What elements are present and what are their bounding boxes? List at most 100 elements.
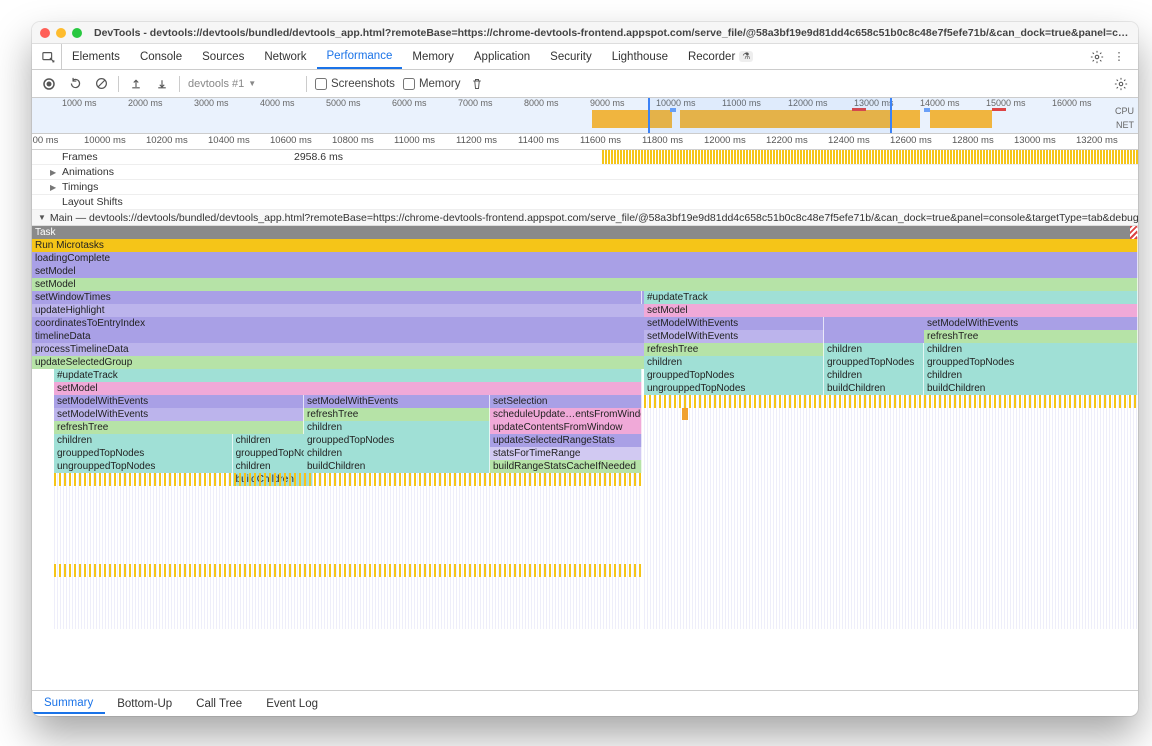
screenshots-checkbox-input[interactable] bbox=[315, 78, 327, 90]
flame-stripe-area[interactable] bbox=[54, 473, 642, 629]
flame-entry[interactable]: buildChildren bbox=[824, 382, 924, 395]
tab-console[interactable]: Console bbox=[130, 44, 192, 69]
flame-entry[interactable]: children bbox=[304, 421, 490, 434]
overview-tick: 14000 ms bbox=[920, 98, 960, 108]
reload-record-button[interactable] bbox=[66, 75, 84, 93]
flame-entry[interactable]: children bbox=[924, 343, 1138, 356]
flame-entry[interactable]: children bbox=[644, 356, 824, 369]
tab-recorder[interactable]: Recorder⚗ bbox=[678, 44, 763, 69]
inspect-element-button[interactable] bbox=[36, 44, 62, 69]
tab-lighthouse[interactable]: Lighthouse bbox=[602, 44, 678, 69]
flame-stripe-area[interactable] bbox=[644, 395, 1138, 408]
flame-entry[interactable]: grouppedTopNodes bbox=[924, 356, 1138, 369]
flame-entry[interactable]: statsForTimeRange bbox=[490, 447, 642, 460]
details-tab-event-log[interactable]: Event Log bbox=[254, 691, 330, 716]
tab-security[interactable]: Security bbox=[540, 44, 602, 69]
download-profile-button[interactable] bbox=[153, 75, 171, 93]
flame-entry[interactable]: refreshTree bbox=[54, 421, 304, 434]
memory-checkbox[interactable]: Memory bbox=[403, 78, 461, 90]
flame-entry[interactable]: setModel bbox=[54, 382, 642, 395]
flame-entry[interactable]: grouppedTopNodes bbox=[824, 356, 924, 369]
flame-entry[interactable]: setModel bbox=[32, 265, 1138, 278]
overview-cpu-label: CPU bbox=[1115, 106, 1134, 116]
flame-entry[interactable]: buildChildren bbox=[924, 382, 1138, 395]
ruler-tick: 10600 ms bbox=[270, 135, 312, 146]
screenshots-checkbox[interactable]: Screenshots bbox=[315, 78, 395, 90]
tab-network[interactable]: Network bbox=[254, 44, 316, 69]
minimize-icon[interactable] bbox=[56, 28, 66, 38]
flame-stripe-area[interactable] bbox=[54, 473, 642, 486]
track-timings[interactable]: ▶Timings bbox=[32, 180, 1138, 195]
flame-entry[interactable]: refreshTree bbox=[304, 408, 490, 421]
flame-entry[interactable]: children bbox=[233, 460, 313, 473]
context-select[interactable]: devtools #1 ▼ bbox=[188, 78, 298, 90]
flame-entry[interactable]: buildChildren bbox=[304, 460, 490, 473]
flame-task[interactable]: Task bbox=[32, 226, 1138, 239]
flame-entry[interactable]: setModel bbox=[644, 304, 1138, 317]
details-tab-bottom-up[interactable]: Bottom-Up bbox=[105, 691, 184, 716]
flame-entry[interactable]: grouppedTopNodes bbox=[304, 434, 490, 447]
flame-entry[interactable]: children bbox=[824, 343, 924, 356]
record-button[interactable] bbox=[40, 75, 58, 93]
flame-entry[interactable]: grouppedTopNodes bbox=[54, 447, 233, 460]
flame-entry[interactable]: buildRangeStatsCacheIfNeeded bbox=[490, 460, 642, 473]
flame-entry[interactable]: children bbox=[304, 447, 490, 460]
memory-checkbox-input[interactable] bbox=[403, 78, 415, 90]
ruler-tick: 10000 ms bbox=[84, 135, 126, 146]
flame-entry[interactable]: children bbox=[924, 369, 1138, 382]
flame-stripe-area[interactable] bbox=[644, 395, 1138, 629]
flame-chart[interactable]: TaskRun MicrotasksloadingCompletesetMode… bbox=[32, 226, 1138, 690]
flame-entry[interactable]: children bbox=[824, 369, 924, 382]
more-vertical-icon[interactable]: ⋮ bbox=[1112, 50, 1126, 64]
tab-elements[interactable]: Elements bbox=[62, 44, 130, 69]
flame-entry[interactable]: setModelWithEvents bbox=[644, 317, 824, 330]
flame-entry[interactable]: #updateTrack bbox=[644, 291, 1138, 304]
flame-entry[interactable]: refreshTree bbox=[644, 343, 824, 356]
flame-entry[interactable]: setWindowTimes bbox=[32, 291, 642, 304]
flame-entry[interactable]: setModelWithEvents bbox=[644, 330, 824, 343]
main-thread-header[interactable]: ▼ Main — devtools://devtools/bundled/dev… bbox=[32, 210, 1138, 226]
devtools-window: DevTools - devtools://devtools/bundled/d… bbox=[32, 22, 1138, 716]
flame-entry[interactable]: ungrouppedTopNodes bbox=[644, 382, 824, 395]
flame-entry[interactable]: ungrouppedTopNodes bbox=[54, 460, 233, 473]
flame-entry[interactable]: grouppedTopNodes bbox=[233, 447, 313, 460]
chevron-right-icon: ▶ bbox=[50, 183, 56, 192]
flame-entry[interactable]: children bbox=[54, 434, 233, 447]
details-tab-call-tree[interactable]: Call Tree bbox=[184, 691, 254, 716]
tab-sources[interactable]: Sources bbox=[192, 44, 254, 69]
close-icon[interactable] bbox=[40, 28, 50, 38]
flame-entry[interactable]: children bbox=[233, 434, 313, 447]
flame-entry[interactable]: updateContentsFromWindow bbox=[490, 421, 642, 434]
flame-entry[interactable]: grouppedTopNodes bbox=[644, 369, 824, 382]
trash-icon[interactable] bbox=[468, 75, 486, 93]
clear-button[interactable] bbox=[92, 75, 110, 93]
flame-entry[interactable]: setSelection bbox=[490, 395, 642, 408]
capture-settings-gear-icon[interactable] bbox=[1112, 75, 1130, 93]
flame-stripe-area[interactable] bbox=[54, 564, 642, 577]
tab-application[interactable]: Application bbox=[464, 44, 540, 69]
tab-memory[interactable]: Memory bbox=[402, 44, 464, 69]
track-animations[interactable]: ▶Animations bbox=[32, 165, 1138, 180]
track-label: Frames bbox=[62, 151, 98, 163]
timeline-overview[interactable]: 1000 ms2000 ms3000 ms4000 ms5000 ms6000 … bbox=[32, 98, 1138, 134]
flame-entry[interactable]: setModelWithEvents bbox=[54, 408, 304, 421]
flame-entry[interactable]: loadingComplete bbox=[32, 252, 1138, 265]
flame-entry[interactable]: refreshTree bbox=[924, 330, 1138, 343]
upload-profile-button[interactable] bbox=[127, 75, 145, 93]
flame-entry[interactable]: setModelWithEvents bbox=[54, 395, 304, 408]
flame-entry[interactable]: scheduleUpdate…entsFromWindow bbox=[490, 408, 642, 421]
flame-entry[interactable]: Run Microtasks bbox=[32, 239, 1138, 252]
flame-entry[interactable]: setModel bbox=[32, 278, 1138, 291]
track-frames[interactable]: Frames 2958.6 ms bbox=[32, 150, 1138, 165]
flame-entry[interactable]: updateSelectedRangeStats bbox=[490, 434, 642, 447]
tab-performance[interactable]: Performance bbox=[317, 44, 403, 69]
flame-entry[interactable]: setModelWithEvents bbox=[304, 395, 490, 408]
timeline-ruler[interactable]: 9800 ms10000 ms10200 ms10400 ms10600 ms1… bbox=[32, 134, 1138, 150]
track-layout-shifts[interactable]: Layout Shifts bbox=[32, 195, 1138, 210]
flame-entry[interactable]: #updateTrack bbox=[54, 369, 642, 382]
flame-entry[interactable]: setModelWithEvents bbox=[924, 317, 1138, 330]
overview-selection-window[interactable] bbox=[648, 98, 892, 133]
zoom-icon[interactable] bbox=[72, 28, 82, 38]
details-tab-summary[interactable]: Summary bbox=[32, 691, 105, 716]
settings-gear-icon[interactable] bbox=[1090, 50, 1104, 64]
